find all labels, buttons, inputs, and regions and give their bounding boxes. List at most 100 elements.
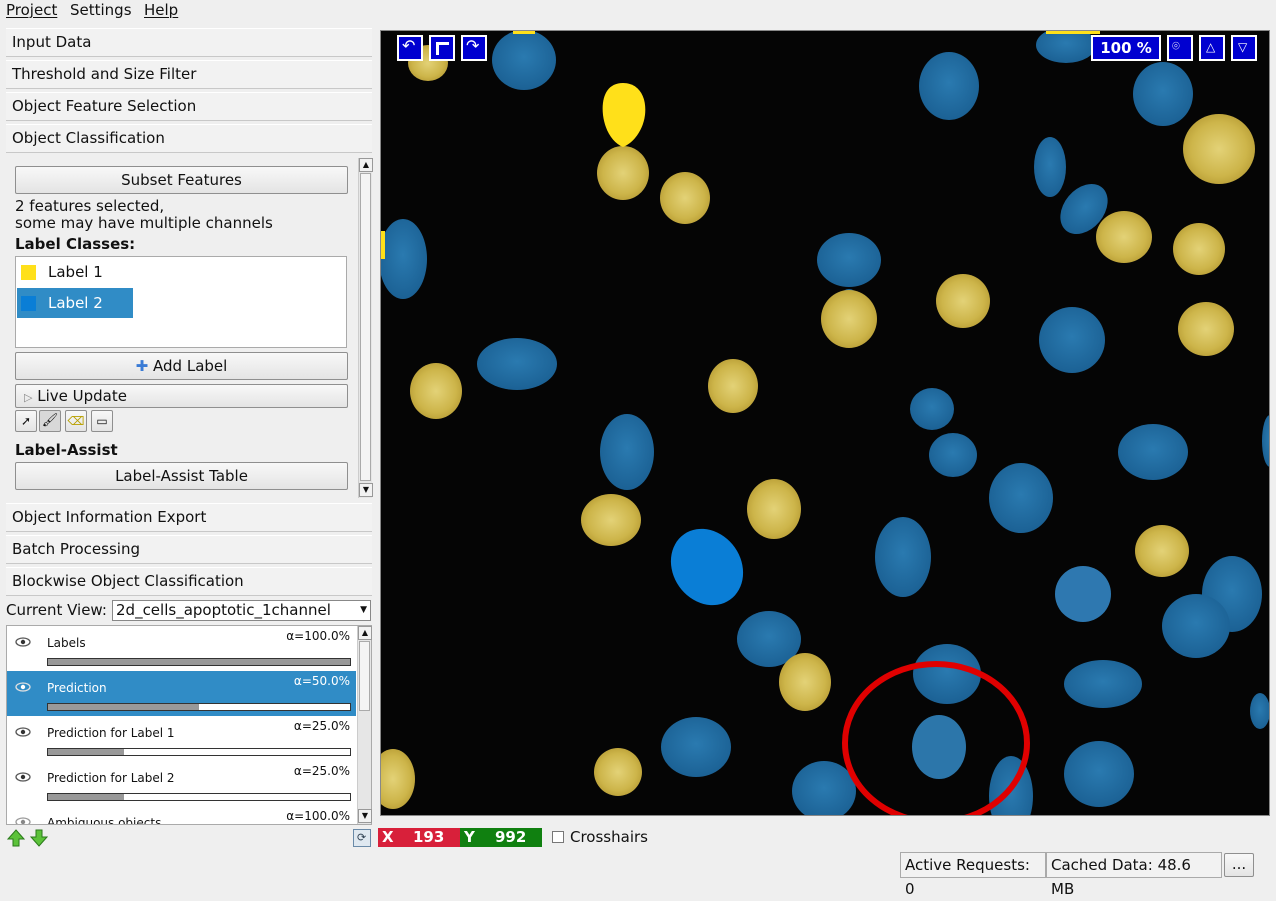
label-classes-title: Label Classes:: [15, 235, 136, 253]
undo-icon: ↶: [402, 36, 416, 55]
scroll-down-icon[interactable]: ▼: [358, 809, 372, 823]
x-coordinate: X 193: [378, 828, 460, 847]
features-summary-line2: some may have multiple channels: [15, 214, 273, 232]
layer-alpha: α=25.0%: [293, 719, 350, 733]
scroll-thumb[interactable]: [359, 641, 370, 711]
y-value: 992: [495, 828, 527, 846]
x-value: 193: [413, 828, 445, 846]
label-1-name: Label 1: [48, 263, 103, 281]
select-tool-button[interactable]: ▭: [91, 410, 113, 432]
play-icon: ▷: [24, 391, 33, 404]
menu-project[interactable]: Project: [6, 1, 57, 19]
y-coordinate: Y 992: [460, 828, 542, 847]
brush-icon: 🖌: [41, 413, 59, 428]
live-update-button[interactable]: ▷ Live Update: [15, 384, 348, 408]
add-label-button[interactable]: ✚ Add Label: [15, 352, 348, 380]
eye-icon[interactable]: [15, 726, 31, 738]
y-label: Y: [464, 828, 475, 846]
corner-icon: [436, 42, 449, 55]
drawer-batch-processing[interactable]: Batch Processing: [6, 535, 372, 564]
layer-alpha: α=100.0%: [286, 629, 350, 643]
scroll-down-icon[interactable]: ▼: [359, 483, 373, 497]
move-layer-up-button[interactable]: [6, 829, 26, 847]
crosshairs-label: Crosshairs: [570, 828, 648, 846]
classification-panel: Subset Features 2 features selected, som…: [7, 154, 357, 500]
layer-name: Labels: [47, 636, 86, 650]
layer-prediction[interactable]: Prediction α=50.0%: [7, 671, 356, 716]
opacity-slider[interactable]: [47, 703, 351, 711]
crosshairs-checkbox[interactable]: [552, 831, 564, 843]
scroll-up-icon[interactable]: ▲: [358, 626, 372, 640]
cached-data: Cached Data: 48.6 MB: [1046, 852, 1222, 898]
layer-name: Ambiguous objects: [47, 816, 162, 825]
eye-icon[interactable]: [15, 816, 31, 825]
scroll-up-icon[interactable]: ▲: [359, 158, 373, 172]
label-assist-table-button[interactable]: Label-Assist Table: [15, 462, 348, 490]
menubar: Project Settings Help: [0, 0, 1276, 22]
redo-icon: ↷: [466, 36, 480, 55]
navigation-tool-button[interactable]: ➚: [15, 410, 37, 432]
menu-help[interactable]: Help: [144, 1, 178, 19]
label-2-swatch[interactable]: [21, 296, 36, 311]
layer-list-scrollbar[interactable]: ▲ ▼: [357, 626, 372, 824]
current-view-value: 2d_cells_apoptotic_1channel: [116, 601, 331, 619]
minimize-view-button[interactable]: ▽: [1231, 35, 1257, 61]
drawer-threshold[interactable]: Threshold and Size Filter: [6, 60, 372, 89]
label-list: Label 1 Label 2: [15, 256, 347, 348]
label-item-1[interactable]: Label 1: [17, 258, 133, 286]
label-2-name: Label 2: [48, 294, 103, 312]
add-label-text: Add Label: [153, 357, 228, 375]
maximize-view-button[interactable]: △: [1199, 35, 1225, 61]
rectangle-icon: ▭: [96, 414, 108, 428]
layer-prediction-label-1[interactable]: Prediction for Label 1 α=25.0%: [7, 716, 356, 761]
classification-panel-scrollbar[interactable]: ▲ ▼: [358, 158, 373, 498]
layer-name: Prediction for Label 1: [47, 726, 175, 740]
label-assist-title: Label-Assist: [15, 441, 118, 459]
triangle-down-icon: ▽: [1238, 40, 1248, 54]
drawer-blockwise[interactable]: Blockwise Object Classification: [6, 567, 372, 596]
scroll-thumb[interactable]: [360, 173, 371, 481]
eraser-tool-button[interactable]: ⌫: [65, 410, 87, 432]
layer-alpha: α=100.0%: [286, 809, 350, 823]
features-summary-line1: 2 features selected,: [15, 197, 165, 215]
image-viewer[interactable]: ↶ ↷ 100 % ⌾ △ ▽: [380, 30, 1270, 816]
drawer-feature-selection[interactable]: Object Feature Selection: [6, 92, 372, 121]
brush-tool-button[interactable]: 🖌: [39, 410, 61, 432]
opacity-slider[interactable]: [47, 748, 351, 756]
zoom-level[interactable]: 100 %: [1091, 35, 1161, 61]
arrow-down-icon: [29, 829, 49, 847]
layer-name: Prediction: [47, 681, 107, 695]
layer-ambiguous-objects[interactable]: Ambiguous objects α=100.0%: [7, 806, 356, 825]
opacity-slider[interactable]: [47, 793, 351, 801]
layer-alpha: α=25.0%: [293, 764, 350, 778]
chevron-down-icon: ▼: [360, 605, 367, 615]
label-1-swatch[interactable]: [21, 265, 36, 280]
subset-features-button[interactable]: Subset Features: [15, 166, 348, 194]
redo-view-button[interactable]: ↷: [461, 35, 487, 61]
eraser-icon: ⌫: [67, 414, 85, 428]
menu-settings[interactable]: Settings: [70, 1, 132, 19]
fit-view-button[interactable]: [429, 35, 455, 61]
layer-prediction-label-2[interactable]: Prediction for Label 2 α=25.0%: [7, 761, 356, 806]
current-view-label: Current View:: [6, 601, 107, 619]
plus-icon: ✚: [135, 357, 149, 375]
more-button[interactable]: ...: [1224, 853, 1254, 877]
active-requests: Active Requests: 0: [900, 852, 1046, 898]
drawer-object-export[interactable]: Object Information Export: [6, 503, 372, 532]
camera-icon: ⌾: [1172, 39, 1180, 54]
eye-icon[interactable]: [15, 636, 31, 648]
eye-icon[interactable]: [15, 681, 31, 693]
opacity-slider[interactable]: [47, 658, 351, 666]
drawer-object-classification[interactable]: Object Classification: [6, 124, 372, 153]
undo-view-button[interactable]: ↶: [397, 35, 423, 61]
layer-labels[interactable]: Labels α=100.0%: [7, 626, 356, 671]
layer-list: Labels α=100.0% Prediction α=50.0% Predi…: [6, 625, 372, 825]
cell-image[interactable]: [381, 31, 1270, 816]
screenshot-button[interactable]: ⌾: [1167, 35, 1193, 61]
refresh-layer-button[interactable]: ⟳: [353, 829, 371, 847]
move-layer-down-button[interactable]: [29, 829, 49, 847]
current-view-select[interactable]: 2d_cells_apoptotic_1channel ▼: [112, 600, 371, 621]
eye-icon[interactable]: [15, 771, 31, 783]
label-item-2[interactable]: Label 2: [17, 288, 133, 318]
drawer-input-data[interactable]: Input Data: [6, 28, 372, 57]
